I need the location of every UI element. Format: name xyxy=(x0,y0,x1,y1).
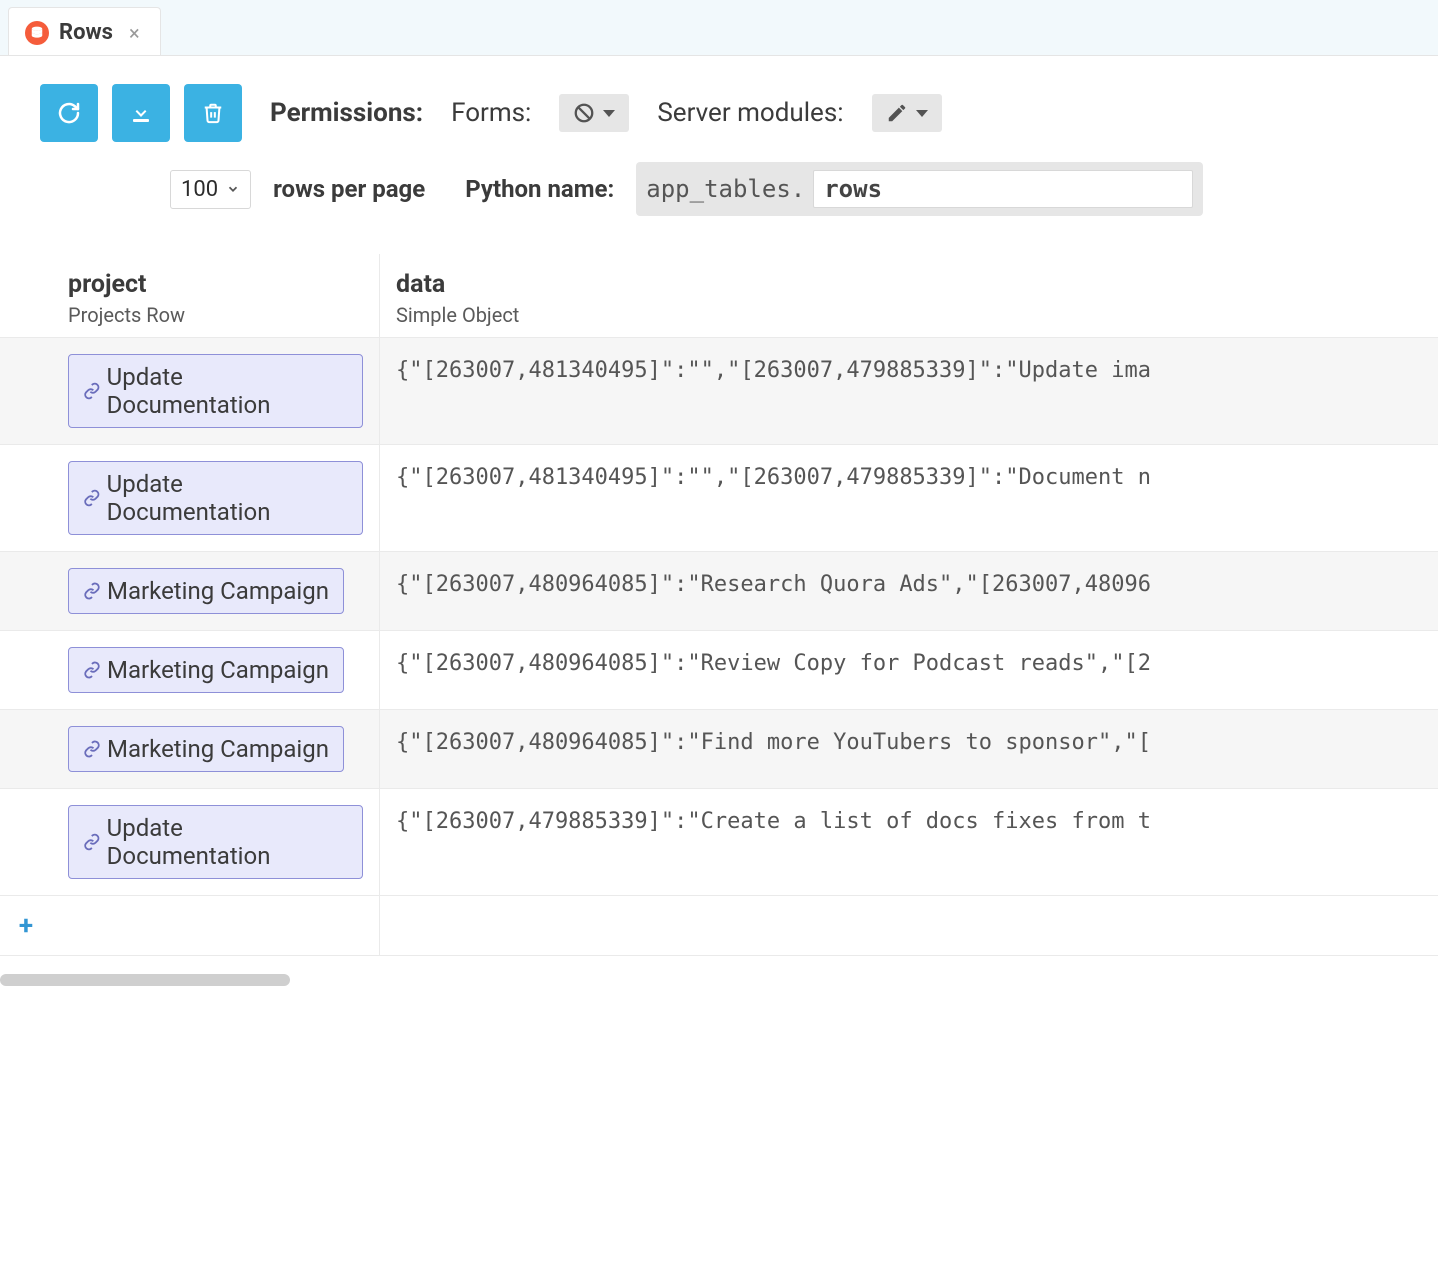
project-link[interactable]: Update Documentation xyxy=(68,805,363,879)
forms-permission-select[interactable] xyxy=(559,94,629,132)
permissions-label: Permissions: xyxy=(270,98,423,128)
tab-rows[interactable]: Rows × xyxy=(8,7,161,55)
database-icon xyxy=(25,21,49,45)
link-icon xyxy=(83,582,101,600)
data-cell[interactable]: {"[263007,479885339]":"Create a list of … xyxy=(380,789,1438,896)
horizontal-scrollbar[interactable] xyxy=(0,974,1438,986)
add-row-button[interactable]: + xyxy=(0,896,52,956)
rows-per-page-select[interactable]: 100 xyxy=(170,170,251,209)
scrollbar-thumb[interactable] xyxy=(0,974,290,986)
rows-per-page-label: rows per page xyxy=(273,175,425,203)
link-icon xyxy=(83,833,101,851)
data-cell[interactable]: {"[263007,481340495]":"","[263007,479885… xyxy=(380,338,1438,445)
table-header: project Projects Row data Simple Object xyxy=(0,254,1438,338)
action-buttons xyxy=(40,84,242,142)
link-icon xyxy=(83,740,101,758)
forms-permission-label: Forms: xyxy=(451,98,531,128)
refresh-icon xyxy=(57,101,81,125)
empty-cell[interactable] xyxy=(380,896,1438,956)
project-link[interactable]: Update Documentation xyxy=(68,354,363,428)
download-button[interactable] xyxy=(112,84,170,142)
delete-button[interactable] xyxy=(184,84,242,142)
rows-per-page-value: 100 xyxy=(181,177,218,202)
data-cell[interactable]: {"[263007,480964085]":"Review Copy for P… xyxy=(380,631,1438,710)
link-icon xyxy=(83,489,101,507)
table-footer: + xyxy=(0,896,1438,956)
table-row[interactable]: Update Documentation {"[263007,481340495… xyxy=(0,445,1438,552)
close-icon[interactable]: × xyxy=(129,21,140,45)
edit-icon xyxy=(886,102,908,124)
refresh-button[interactable] xyxy=(40,84,98,142)
data-cell[interactable]: {"[263007,480964085]":"Research Quora Ad… xyxy=(380,552,1438,631)
table-row[interactable]: Update Documentation {"[263007,479885339… xyxy=(0,789,1438,896)
python-name-label: Python name: xyxy=(465,175,614,203)
column-header-data[interactable]: data Simple Object xyxy=(380,254,1438,338)
table-row[interactable]: Marketing Campaign {"[263007,480964085]"… xyxy=(0,631,1438,710)
link-icon xyxy=(83,661,101,679)
project-link[interactable]: Update Documentation xyxy=(68,461,363,535)
project-link[interactable]: Marketing Campaign xyxy=(68,568,344,614)
python-name-input[interactable] xyxy=(813,170,1193,208)
no-access-icon xyxy=(573,102,595,124)
chevron-down-icon xyxy=(603,110,615,117)
server-permission-select[interactable] xyxy=(872,94,942,132)
empty-cell[interactable] xyxy=(52,896,380,956)
table-row[interactable]: Marketing Campaign {"[263007,480964085]"… xyxy=(0,710,1438,789)
project-link[interactable]: Marketing Campaign xyxy=(68,647,344,693)
server-permission-label: Server modules: xyxy=(657,98,843,128)
data-cell[interactable]: {"[263007,480964085]":"Find more YouTube… xyxy=(380,710,1438,789)
python-name-box: app_tables. xyxy=(636,162,1203,216)
data-cell[interactable]: {"[263007,481340495]":"","[263007,479885… xyxy=(380,445,1438,552)
download-icon xyxy=(129,101,153,125)
data-table: project Projects Row data Simple Object … xyxy=(0,254,1438,956)
toolbar: Permissions: Forms: Server modules: 100 … xyxy=(0,56,1438,224)
python-name-prefix: app_tables. xyxy=(646,175,813,203)
column-header-project[interactable]: project Projects Row xyxy=(52,254,380,338)
chevron-down-icon xyxy=(226,182,240,196)
project-link[interactable]: Marketing Campaign xyxy=(68,726,344,772)
table-row[interactable]: Update Documentation {"[263007,481340495… xyxy=(0,338,1438,445)
trash-icon xyxy=(202,101,224,125)
table-row[interactable]: Marketing Campaign {"[263007,480964085]"… xyxy=(0,552,1438,631)
tab-bar: Rows × xyxy=(0,0,1438,56)
tab-title: Rows xyxy=(59,20,113,45)
link-icon xyxy=(83,382,101,400)
chevron-down-icon xyxy=(916,110,928,117)
